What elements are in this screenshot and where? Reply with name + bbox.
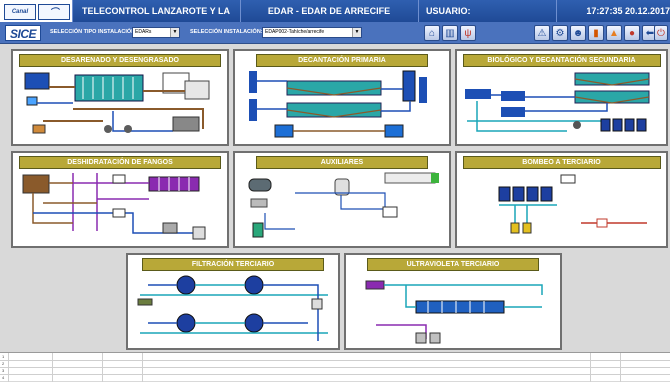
row-number: 3	[2, 368, 5, 373]
panel-bombeo[interactable]: BOMBEO A TERCIARIO	[455, 151, 668, 248]
stop-button[interactable]: ●	[624, 25, 640, 41]
clock: 17:27:35 20.12.2017	[548, 0, 670, 22]
app-title: TELECONTROL LANZAROTE Y LA GRACIOSA	[72, 0, 241, 38]
plant-title: EDAR - EDAR DE ARRECIFE	[240, 0, 419, 22]
antenna-icon: ψ	[464, 28, 472, 39]
panel-button[interactable]: ▥	[442, 25, 458, 41]
type-select[interactable]: EDARs ▼	[132, 27, 180, 38]
arrow-left-icon: ⬅	[645, 28, 655, 39]
type-select-value: EDARs	[135, 29, 152, 35]
desarenado-diagram	[24, 72, 210, 134]
biologico-diagram	[465, 72, 650, 132]
gear-icon: ⚙	[555, 28, 565, 39]
title-bar: Canal ⌒ TELECONTROL LANZAROTE Y LA GRACI…	[0, 0, 670, 38]
warning-button[interactable]: ⚠	[534, 25, 550, 41]
settings-button[interactable]: ⚙	[552, 25, 568, 41]
panel-filtracion[interactable]: FILTRACIÓN TERCIARIO	[126, 253, 340, 350]
warning-icon: ⚠	[537, 28, 547, 39]
home-icon: ⌂	[428, 28, 436, 39]
install-select-label: SELECCIÓN INSTALACIÓN:	[190, 29, 263, 35]
stop-icon: ●	[628, 28, 636, 39]
row-number: 1	[2, 354, 5, 359]
panel-decantacion-primaria[interactable]: DECANTACIÓN PRIMARIA	[233, 49, 451, 146]
panel-biologico[interactable]: BIOLÓGICO Y DECANTACIÓN SECUNDARIA	[455, 49, 668, 146]
bell-icon: ▲	[609, 28, 619, 39]
home-button[interactable]: ⌂	[424, 25, 440, 41]
chevron-down-icon: ▼	[352, 28, 361, 37]
alarm-grid[interactable]: 1 2 3 4	[0, 352, 670, 382]
users-button[interactable]: ☻	[570, 25, 586, 41]
panel-deshidratacion[interactable]: DESHIDRATACIÓN DE FANGOS	[11, 151, 229, 248]
toolbar: SICE SELECCIÓN TIPO INSTALACIÓN: EDARs ▼…	[0, 22, 670, 44]
power-icon: ⏻	[657, 28, 665, 39]
chart-button[interactable]: ▮	[588, 25, 604, 41]
decantacion-diagram	[249, 70, 427, 138]
panel-icon: ▥	[445, 28, 455, 39]
alarm-button[interactable]: ▲	[606, 25, 622, 41]
chevron-down-icon: ▼	[170, 28, 179, 37]
bombeo-diagram	[498, 174, 647, 234]
partner-logo-icon: ⌒	[38, 4, 70, 20]
user-icon: ☻	[572, 28, 584, 39]
sice-logo: SICE	[5, 25, 41, 41]
row-number: 4	[2, 375, 5, 380]
panel-ultravioleta[interactable]: ULTRAVIOLETA TERCIARIO	[344, 253, 562, 350]
ultravioleta-diagram	[365, 280, 543, 344]
logo-area: Canal ⌒	[0, 0, 73, 22]
deshidratacion-diagram	[22, 173, 206, 240]
antenna-button[interactable]: ψ	[460, 25, 476, 41]
row-number: 2	[2, 361, 5, 366]
type-select-label: SELECCIÓN TIPO INSTALACIÓN:	[50, 29, 137, 35]
filtracion-diagram	[137, 275, 328, 341]
canal-logo: Canal	[4, 4, 36, 20]
panel-desarenado[interactable]: DESARENADO Y DESENGRASADO	[11, 49, 229, 146]
install-select[interactable]: EDAP002-Tahíche/arrecife ▼	[262, 27, 362, 38]
bar-chart-icon: ▮	[593, 28, 599, 39]
power-button[interactable]: ⏻	[654, 25, 668, 41]
user-label: USUARIO:	[418, 0, 557, 22]
auxiliares-diagram	[248, 172, 439, 238]
install-select-value: EDAP002-Tahíche/arrecife	[265, 29, 325, 35]
panel-auxiliares[interactable]: AUXILIARES	[233, 151, 451, 248]
